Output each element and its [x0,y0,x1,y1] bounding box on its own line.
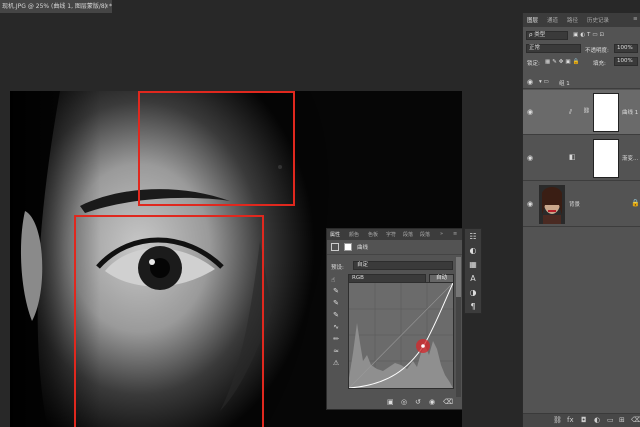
curves-histogram-svg [348,282,454,389]
new-layer-icon[interactable]: ⊞ [619,416,625,424]
mask-icon[interactable] [344,243,352,251]
visibility-eye-icon[interactable]: ◉ [527,78,533,86]
scroll-thumb[interactable] [456,257,461,297]
layer-mask-thumbnail[interactable] [593,139,619,178]
preset-select[interactable]: 自定 [353,261,453,270]
group-name: 组 1 [559,81,570,87]
paragraph-icon[interactable]: ¶ [465,301,481,313]
properties-tabs: 属性 颜色 色板 字符 段落 段落 » ≡ [327,229,462,240]
tab-history[interactable]: 历史记录 [587,16,609,24]
layers-menu-icon[interactable]: ≡ [633,16,638,22]
blend-mode-value: 正常 [529,45,541,51]
tab-channels[interactable]: 通道 [547,16,558,24]
link-layers-icon[interactable]: ⛓ [553,416,562,424]
eyedropper-gray-icon[interactable]: ✎ [330,297,342,308]
visibility-eye-icon[interactable]: ◉ [527,200,533,208]
tab-layers[interactable]: 图层 [527,16,538,24]
layer-mask-thumbnail[interactable] [593,93,619,132]
opacity-input[interactable]: 100% [614,44,638,53]
panel-expand-icon[interactable]: » [440,231,443,237]
visibility-icon[interactable]: ◉ [429,398,435,406]
properties-header: 曲线 [327,240,462,255]
lock-label: 锁定: [527,61,540,67]
target-adjust-icon[interactable]: ☝ [331,276,335,284]
tab-swatches[interactable]: 色板 [368,231,378,238]
channel-value: RGB [352,275,364,281]
eyedropper-white-icon[interactable]: ✎ [330,309,342,320]
properties-footer: ▣ ◎ ↺ ◉ ⌫ [327,395,462,409]
layer-row-gradient[interactable]: ◉ ◧ 渐变... [523,136,640,181]
preset-value: 自定 [357,262,369,268]
properties-panel: 属性 颜色 色板 字符 段落 段落 » ≡ 曲线 预设: 自定 ☝ RGB 自动… [326,228,463,410]
visibility-eye-icon[interactable]: ◉ [527,154,533,162]
layer-name: 渐变... [622,156,639,162]
fill-value: 100% [617,58,633,64]
layer-row-background[interactable]: ◉ 背景 🔒 [523,182,640,227]
fx-icon[interactable]: fx [567,416,574,424]
trash-icon[interactable]: ⌫ [631,416,640,424]
curves-graph[interactable] [348,282,454,389]
adjustments-icon[interactable]: ◐ [465,245,481,257]
layers-panel: 图层 通道 路径 历史记录 ≡ ρ 类型 ▣◐T▭⊡ 正常 不透明度: 100%… [522,13,640,427]
layer-filter-select[interactable]: ρ 类型 [526,31,568,40]
lock-icon: 🔒 [631,199,640,207]
delete-icon[interactable]: ⌫ [443,398,453,406]
group-toggle-icon[interactable]: ▾ ▭ [539,79,549,85]
layer-row-curves[interactable]: ◉ ⫽ ⛓ 曲线 1 [523,90,640,135]
opacity-label: 不透明度: [585,48,609,54]
tab-color[interactable]: 颜色 [349,231,359,238]
adjustment-title: 曲线 [357,245,369,251]
cheek-selection-box [74,215,264,427]
curve-point-icon[interactable]: ∿ [330,321,342,332]
color-icon[interactable]: ◑ [465,287,481,299]
curves-adjust-icon [331,243,339,251]
filter-icons[interactable]: ▣◐T▭⊡ [573,32,606,38]
properties-scrollbar[interactable] [456,257,461,397]
layers-footer: ⛓ fx ◘ ◐ ▭ ⊞ ⌫ [523,413,640,427]
close-tab-icon[interactable]: × [104,0,109,13]
tab-properties[interactable]: 属性 [330,231,340,238]
properties-icon[interactable]: ☷ [465,231,481,243]
clipping-warning-icon[interactable]: ⚠ [330,357,342,368]
background-thumbnail[interactable] [539,185,565,224]
blend-mode-select[interactable]: 正常 [526,44,581,53]
swatches-icon[interactable]: ▦ [465,259,481,271]
add-mask-icon[interactable]: ◘ [581,416,587,424]
layer-group-row[interactable]: ◉ ▾ ▭ 组 1 [523,75,640,89]
fill-label: 填充: [593,61,606,67]
layer-name: 背景 [569,202,581,208]
panel-menu-icon[interactable]: ≡ [453,231,457,237]
mini-panel-bar: ☷ ◐ ▦ A ◑ ¶ [464,228,482,314]
tab-paths[interactable]: 路径 [567,16,578,24]
tab-paragraph-2[interactable]: 段落 [420,231,430,238]
tab-character[interactable]: 字符 [386,231,396,238]
view-previous-icon[interactable]: ◎ [401,398,407,406]
curves-layer-icon: ⫽ [569,108,573,116]
layer-filter-value: ρ 类型 [529,32,546,38]
visibility-eye-icon[interactable]: ◉ [527,108,533,116]
tab-paragraph[interactable]: 段落 [403,231,413,238]
forehead-selection-box [138,91,295,206]
layers-tabs: 图层 通道 路径 历史记录 ≡ [523,13,640,27]
document-tab[interactable]: 现机.JPG @ 25% (曲线 1, 图层蒙版/8) * × [0,0,112,13]
preset-label: 预设: [331,265,344,271]
eyedropper-black-icon[interactable]: ✎ [330,285,342,296]
character-icon[interactable]: A [465,273,481,285]
curves-tool-column: ✎ ✎ ✎ ∿ ✏ ≈ ⚠ [330,285,344,369]
chain-link-icon[interactable]: ⛓ [583,108,590,114]
clip-to-layer-icon[interactable]: ▣ [387,398,394,406]
fill-input[interactable]: 100% [614,57,638,66]
opacity-value: 100% [617,45,633,51]
pencil-icon[interactable]: ✏ [330,333,342,344]
lock-icons[interactable]: ▦✎✥▣🔒 [545,59,581,65]
reset-icon[interactable]: ↺ [415,398,421,406]
adjustment-layer-icon[interactable]: ◐ [594,416,600,424]
document-tab-title: 现机.JPG @ 25% (曲线 1, 图层蒙版/8) * [2,3,112,10]
new-group-icon[interactable]: ▭ [607,416,614,424]
layer-name: 曲线 1 [622,110,639,116]
gradient-layer-icon: ◧ [569,153,576,161]
smooth-icon[interactable]: ≈ [330,345,342,356]
